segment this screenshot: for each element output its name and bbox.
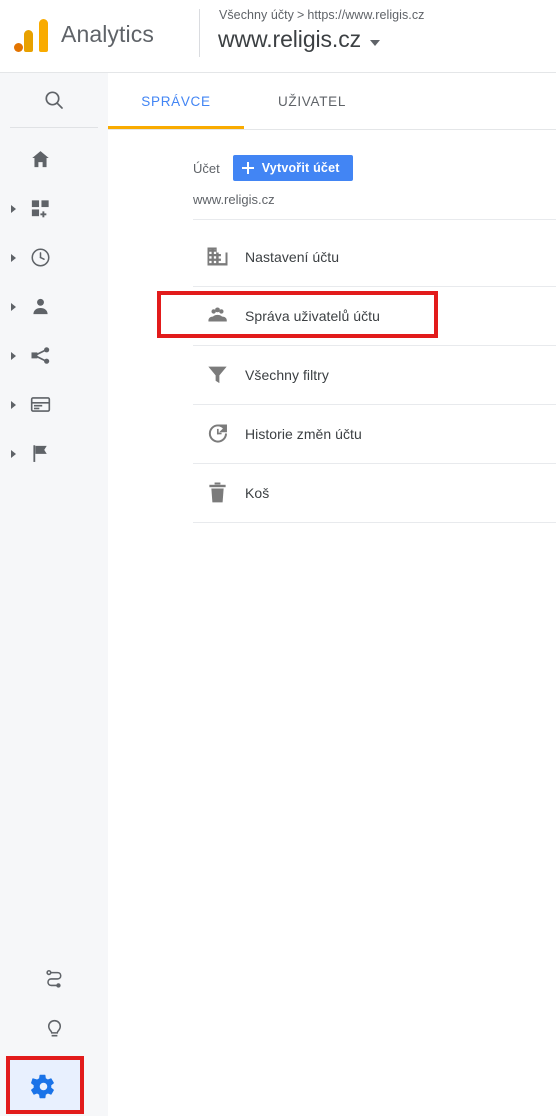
account-header: Účet Vytvořit účet: [193, 155, 353, 181]
sidebar-item-audience[interactable]: [0, 282, 108, 331]
plus-icon: [241, 161, 255, 175]
menu-item-kos[interactable]: Koš: [108, 463, 556, 522]
trash-icon: [204, 480, 230, 506]
chevron-right-icon[interactable]: [11, 449, 16, 458]
behavior-window-icon: [27, 392, 53, 418]
breadcrumb-separator: >: [296, 8, 305, 22]
admin-main-panel: Účet Vytvořit účet www.religis.cz Nastav…: [108, 130, 556, 1116]
sidebar-item-behavior[interactable]: [0, 380, 108, 429]
caret-down-icon[interactable]: [370, 39, 381, 46]
rail-divider: [10, 127, 98, 128]
search-icon: [42, 88, 66, 112]
active-tab-underline: [108, 126, 244, 129]
menu-item-label: Všechny filtry: [245, 366, 329, 383]
chevron-right-icon[interactable]: [11, 400, 16, 409]
google-analytics-logo-icon: [14, 16, 48, 52]
top-bar: Analytics Všechny účty > https://www.relig…: [0, 0, 556, 73]
tab-uzivatel[interactable]: UŽIVATEL: [244, 73, 380, 130]
menu-item-label: Správa uživatelů účtu: [245, 307, 380, 324]
attribution-path-icon: [43, 968, 66, 991]
sidebar-item-realtime[interactable]: [0, 233, 108, 282]
tab-sprravce[interactable]: SPRÁVCE: [108, 73, 244, 130]
breadcrumb-account[interactable]: Všechny účty: [219, 8, 294, 22]
building-icon: [204, 244, 230, 270]
conversions-flag-icon: [27, 441, 53, 467]
acquisition-share-icon: [27, 343, 53, 369]
customization-icon: [27, 196, 53, 222]
sidebar-item-home[interactable]: [0, 135, 108, 184]
rail-item-list: [0, 135, 108, 478]
menu-item-vsechny-filtry[interactable]: Všechny filtry: [108, 345, 556, 404]
sidebar-item-customization[interactable]: [0, 184, 108, 233]
brand-name: Analytics: [61, 20, 154, 47]
menu-item-nastaveni-uctu[interactable]: Nastavení účtu: [108, 227, 556, 286]
rail-search-button[interactable]: [0, 73, 108, 127]
history-restore-icon: [204, 421, 230, 447]
breadcrumb-property[interactable]: https://www.religis.cz: [307, 8, 424, 22]
sidebar-item-acquisition[interactable]: [0, 331, 108, 380]
admin-gear-icon[interactable]: [31, 1074, 56, 1099]
sidebar-item-discover[interactable]: [0, 1004, 108, 1054]
sidebar-item-conversions[interactable]: [0, 429, 108, 478]
menu-item-label: Nastavení účtu: [245, 248, 340, 265]
admin-menu-list: Nastavení účtu Správa uživatelů účtu Vše…: [108, 227, 556, 523]
property-title: www.religis.cz: [218, 26, 362, 52]
audience-person-icon: [27, 294, 53, 320]
chevron-right-icon[interactable]: [11, 302, 16, 311]
account-label: Účet: [193, 160, 220, 176]
breadcrumb[interactable]: Všechny účty > https://www.religis.cz: [219, 8, 424, 22]
chevron-right-icon[interactable]: [11, 204, 16, 213]
menu-item-historie-zmen-uctu[interactable]: Historie změn účtu: [108, 404, 556, 463]
sidebar-item-admin[interactable]: [0, 1054, 108, 1116]
create-account-button[interactable]: Vytvořit účet: [232, 155, 353, 181]
home-icon: [27, 147, 53, 173]
rail-bottom-group: [0, 954, 108, 1116]
property-selector[interactable]: www.religis.cz: [218, 26, 381, 52]
people-group-icon: [204, 303, 230, 329]
left-rail: [0, 73, 108, 1116]
sidebar-item-attribution[interactable]: [0, 954, 108, 1004]
realtime-clock-icon: [27, 245, 53, 271]
brand-block[interactable]: Analytics: [14, 16, 154, 52]
analytics-admin-page: Analytics Všechny účty > https://www.relig…: [0, 0, 556, 1116]
menu-item-label: Historie změn účtu: [245, 425, 362, 442]
chevron-right-icon[interactable]: [11, 253, 16, 262]
account-divider: [193, 219, 556, 220]
tab-bar: SPRÁVCE UŽIVATEL: [108, 73, 556, 130]
header-divider: [199, 9, 200, 57]
chevron-right-icon[interactable]: [11, 351, 16, 360]
funnel-icon: [204, 362, 230, 388]
create-account-label: Vytvořit účet: [261, 161, 340, 175]
account-name: www.religis.cz: [193, 192, 275, 207]
discover-bulb-icon: [43, 1018, 66, 1041]
menu-item-sprava-uzivatelu-uctu[interactable]: Správa uživatelů účtu: [108, 286, 556, 345]
menu-item-label: Koš: [245, 484, 270, 501]
